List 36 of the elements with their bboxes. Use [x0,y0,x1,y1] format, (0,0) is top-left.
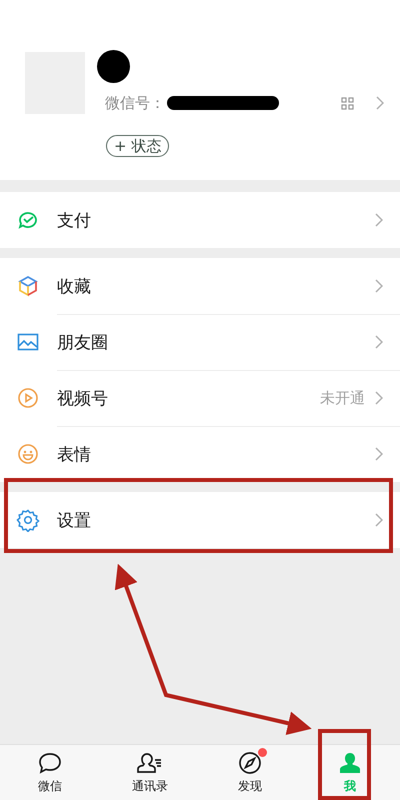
menu-label: 设置 [57,510,92,532]
wechat-id-label: 微信号： [105,94,165,112]
compass-icon [237,750,263,776]
tab[interactable]: 通讯录 [100,745,200,800]
menu-item[interactable]: 视频号 未开通 [0,370,400,426]
menu-label: 表情 [57,444,92,466]
tab[interactable]: 发现 [200,745,300,800]
redaction-mark [97,50,130,83]
chat-bubble-icon [37,751,63,775]
menu-label: 支付 [57,210,92,232]
menu-item[interactable]: 支付 [0,192,400,248]
highlight-box [318,729,371,800]
chevron-icon [375,213,383,227]
contacts-icon [136,751,164,775]
menu-item[interactable]: 设置 [0,492,400,548]
menu-label: 收藏 [57,276,92,298]
cube-icon [16,274,40,298]
menu-item[interactable]: 朋友圈 [0,314,400,370]
menu-label: 视频号 [57,388,109,410]
status-text: 未开通 [320,388,365,408]
smiley-icon [16,442,40,466]
chevron-icon [375,391,383,405]
person-icon [338,751,362,775]
qr-code-icon[interactable] [341,96,354,110]
menu-label: 朋友圈 [57,332,109,354]
chevron-icon [376,96,384,110]
chevron-icon [375,447,383,461]
play-icon [16,386,40,410]
status-button[interactable]: + 状态 [106,135,170,157]
chevron-icon [375,279,383,293]
chevron-icon [375,335,383,349]
settings-icon [16,508,40,532]
menu-item[interactable]: 收藏 [0,258,400,314]
chevron-icon [375,513,383,527]
tab[interactable]: 微信 [0,745,100,800]
menu-item[interactable]: 表情 [0,426,400,482]
